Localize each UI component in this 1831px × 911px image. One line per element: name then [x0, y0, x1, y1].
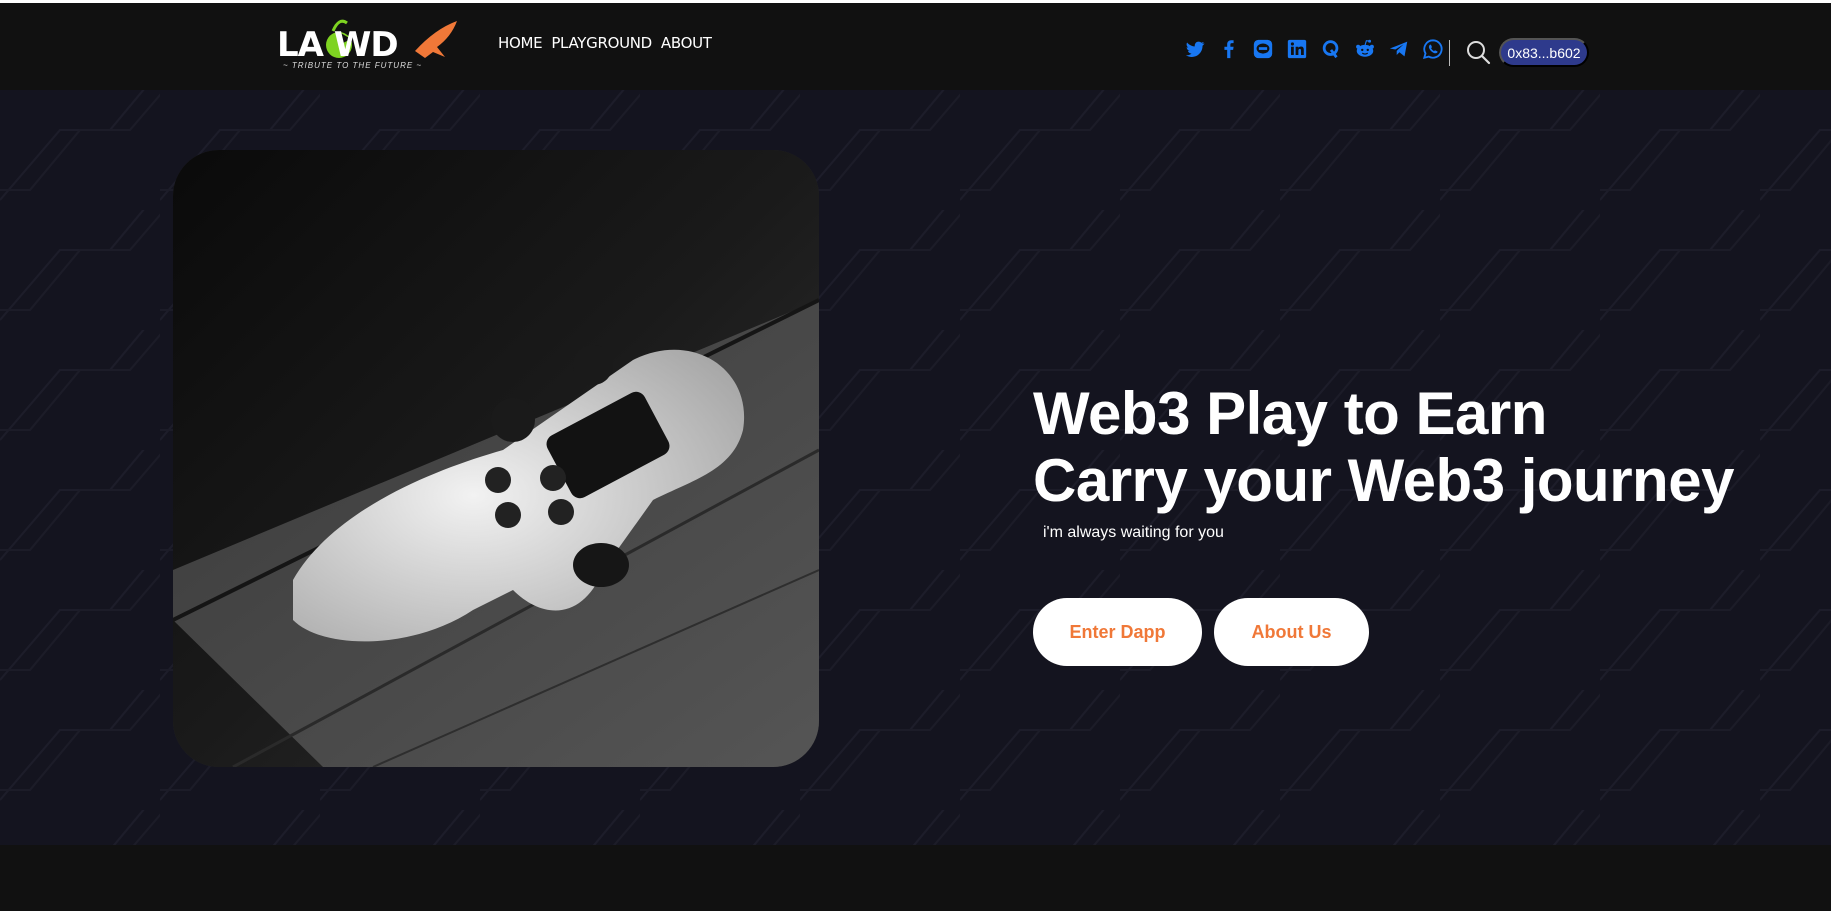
nav-playground[interactable]: PLAYGROUND [551, 34, 652, 52]
telegram-icon[interactable] [1386, 37, 1411, 61]
site-header: LA WD ~ TRIBUTE TO THE FUTURE ~ HOME PLA… [0, 3, 1831, 90]
whatsapp-icon[interactable] [1420, 37, 1445, 61]
nav-home[interactable]: HOME [498, 34, 543, 52]
header-divider [1449, 40, 1450, 66]
quora-icon[interactable] [1318, 37, 1343, 61]
logo-subtitle: ~ TRIBUTE TO THE FUTURE ~ [283, 61, 423, 70]
footer-band [0, 845, 1831, 911]
main-nav: HOME PLAYGROUND ABOUT [498, 34, 712, 52]
nav-about[interactable]: ABOUT [661, 34, 712, 52]
social-links [1182, 37, 1454, 61]
hero-section: Web3 Play to Earn Carry your Web3 journe… [0, 90, 1831, 845]
hero-image-gamepad [173, 150, 819, 767]
twitter-icon[interactable] [1182, 37, 1207, 61]
search-icon[interactable] [1465, 39, 1491, 65]
hero-headline-line1: Web3 Play to Earn [1033, 380, 1547, 447]
enter-dapp-button[interactable]: Enter Dapp [1033, 598, 1202, 666]
about-us-button[interactable]: About Us [1214, 598, 1369, 666]
linkedin-icon[interactable] [1284, 37, 1309, 61]
facebook-icon[interactable] [1216, 37, 1241, 61]
site-logo[interactable]: LA WD ~ TRIBUTE TO THE FUTURE ~ [275, 11, 461, 75]
line-icon[interactable] [1250, 37, 1275, 61]
hero-headline-line2: Carry your Web3 journey [1033, 447, 1734, 514]
wallet-address-button[interactable]: 0x83...b602 [1499, 38, 1589, 67]
hero-tagline: i'm always waiting for you [1043, 524, 1224, 541]
hero-headline: Web3 Play to Earn Carry your Web3 journe… [1033, 380, 1734, 514]
reddit-icon[interactable] [1352, 37, 1377, 61]
logo-text: LA WD [277, 25, 399, 65]
